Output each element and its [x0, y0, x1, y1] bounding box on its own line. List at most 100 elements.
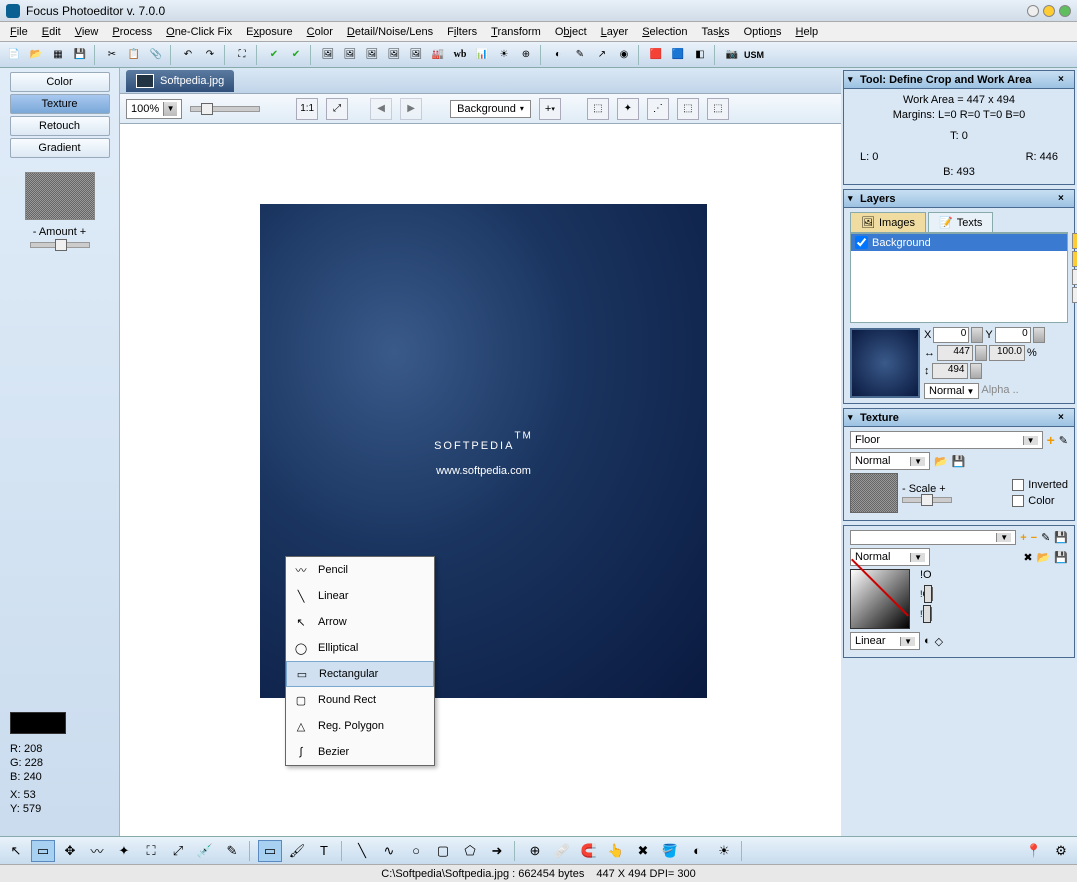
x-field[interactable]: 0 — [933, 327, 969, 343]
layer2-icon[interactable]: 🟦 — [668, 45, 688, 65]
undo-icon[interactable]: ↶ — [178, 45, 198, 65]
plus-icon[interactable]: + — [1020, 532, 1026, 544]
open-icon[interactable]: 📂 — [934, 455, 948, 468]
close-button[interactable] — [1059, 5, 1071, 17]
popup-roundrect[interactable]: ▢Round Rect — [286, 687, 434, 713]
layer1-icon[interactable]: 🟥 — [646, 45, 666, 65]
histogram-icon[interactable]: 📊 — [472, 45, 492, 65]
menu-oneclick[interactable]: One-Click Fix — [160, 24, 238, 40]
clone-icon[interactable]: ⊕ — [523, 840, 547, 862]
adj2-icon[interactable]: ✎ — [570, 45, 590, 65]
adj1-icon[interactable]: ◐ — [548, 45, 568, 65]
target-icon[interactable]: ⊕ — [516, 45, 536, 65]
doc-tab[interactable]: Softpedia.jpg — [126, 70, 234, 92]
menu-file[interactable]: File — [4, 24, 34, 40]
popup-bezier[interactable]: ∫Bezier — [286, 739, 434, 765]
add-layer-btn[interactable]: +▾ — [539, 98, 561, 120]
menu-edit[interactable]: Edit — [36, 24, 67, 40]
menu-help[interactable]: Help — [790, 24, 825, 40]
adj3-icon[interactable]: ↗ — [592, 45, 612, 65]
popup-polygon[interactable]: △Reg. Polygon — [286, 713, 434, 739]
arrow-icon[interactable]: ➜ — [485, 840, 509, 862]
texture-preview[interactable] — [850, 473, 898, 513]
crop-icon[interactable]: ⛶ — [139, 840, 163, 862]
collapse-icon[interactable]: ▾ — [848, 193, 860, 204]
menu-color[interactable]: Color — [301, 24, 339, 40]
smudge-icon[interactable]: 👆 — [604, 840, 628, 862]
minimize-button[interactable] — [1027, 5, 1039, 17]
rect2-icon[interactable]: ▢ — [431, 840, 455, 862]
open-icon[interactable]: 📂 — [1037, 551, 1051, 564]
preset-b-icon[interactable]: 🖼 — [340, 45, 360, 65]
poly-icon[interactable]: ⬠ — [458, 840, 482, 862]
edit-icon[interactable]: ✎ — [1059, 434, 1068, 447]
lighten-icon[interactable]: ☀ — [712, 840, 736, 862]
thumbnails-icon[interactable]: ▦ — [48, 45, 68, 65]
anchor-icon[interactable]: 📍 — [1022, 840, 1046, 862]
factory-icon[interactable]: 🏭 — [428, 45, 448, 65]
cut-icon[interactable]: ✂ — [102, 45, 122, 65]
collapse-icon[interactable]: ▾ — [848, 74, 860, 85]
plus-icon[interactable]: + — [1047, 432, 1055, 448]
save-icon[interactable]: 💾 — [952, 455, 966, 468]
grad-icon-2[interactable]: ◇ — [935, 635, 943, 648]
curve-icon[interactable]: ∿ — [377, 840, 401, 862]
tab-gradient[interactable]: Gradient — [10, 138, 110, 158]
popup-linear[interactable]: ╲Linear — [286, 583, 434, 609]
spinner[interactable] — [971, 327, 983, 343]
lasso-icon[interactable]: 〰 — [85, 840, 109, 862]
menu-transform[interactable]: Transform — [485, 24, 547, 40]
popup-pencil[interactable]: 〰Pencil — [286, 557, 434, 583]
v-icon-5[interactable]: ⬚ — [707, 98, 729, 120]
usm-icon[interactable]: USM — [744, 45, 764, 65]
wb-icon[interactable]: wb — [450, 45, 470, 65]
layer-new-icon[interactable]: ▸ — [1072, 269, 1077, 285]
tab-texture[interactable]: Texture — [10, 94, 110, 114]
brightness-icon[interactable]: ☀ — [494, 45, 514, 65]
amount-slider[interactable] — [30, 242, 90, 248]
zoom-fit-icon[interactable]: ⤢ — [326, 98, 348, 120]
copy-icon[interactable]: 📋 — [124, 45, 144, 65]
save-icon[interactable]: 💾 — [70, 45, 90, 65]
preset-e-icon[interactable]: 🖼 — [406, 45, 426, 65]
tab-retouch[interactable]: Retouch — [10, 116, 110, 136]
layer-delete-icon[interactable]: × — [1072, 287, 1077, 303]
nav-next-icon[interactable]: ▶ — [400, 98, 422, 120]
pointer-icon[interactable]: ↖ — [4, 840, 28, 862]
v-icon-3[interactable]: ⋰ — [647, 98, 669, 120]
eyedropper-icon[interactable]: 💉 — [193, 840, 217, 862]
tex-blend-select[interactable]: Normal▼ — [850, 452, 930, 470]
close-icon[interactable]: × — [1058, 74, 1070, 85]
magnet-icon[interactable]: 🧲 — [577, 840, 601, 862]
menu-process[interactable]: Process — [106, 24, 158, 40]
brush-icon[interactable]: 🖌 — [285, 840, 309, 862]
popup-rectangular[interactable]: ▭Rectangular — [286, 661, 434, 687]
quick2-icon[interactable]: ✔ — [286, 45, 306, 65]
grad-blend-select[interactable]: Normal▼ — [850, 548, 930, 566]
resize-icon[interactable]: ⤢ — [166, 840, 190, 862]
heal-icon[interactable]: 🩹 — [550, 840, 574, 862]
inverted-checkbox[interactable]: Inverted — [1012, 479, 1068, 491]
layer-list[interactable]: Background — [850, 233, 1068, 323]
tool1-icon[interactable]: ✖ — [1023, 551, 1032, 564]
layer-row[interactable]: Background — [851, 234, 1067, 251]
redo-icon[interactable]: ↷ — [200, 45, 220, 65]
preset-select[interactable]: ▼ — [850, 530, 1016, 545]
eraser-icon[interactable]: ✖ — [631, 840, 655, 862]
menu-view[interactable]: View — [69, 24, 105, 40]
fill-icon[interactable]: 🪣 — [658, 840, 682, 862]
layer-visible-checkbox[interactable] — [855, 236, 868, 249]
wand-icon[interactable]: ✦ — [112, 840, 136, 862]
nav-prev-icon[interactable]: ◀ — [370, 98, 392, 120]
grad-slider-1[interactable] — [931, 587, 933, 601]
menu-filters[interactable]: Filters — [441, 24, 483, 40]
crop-icon[interactable]: ⛶ — [232, 45, 252, 65]
minus-icon[interactable]: − — [1031, 532, 1037, 544]
background-select[interactable]: Background ▾ — [450, 100, 531, 118]
menu-selection[interactable]: Selection — [636, 24, 693, 40]
edit-icon[interactable]: ✎ — [1041, 531, 1050, 544]
menu-layer[interactable]: Layer — [595, 24, 635, 40]
save-icon[interactable]: 💾 — [1054, 551, 1068, 564]
pen-icon[interactable]: ✎ — [220, 840, 244, 862]
new-icon[interactable]: 📄 — [4, 45, 24, 65]
